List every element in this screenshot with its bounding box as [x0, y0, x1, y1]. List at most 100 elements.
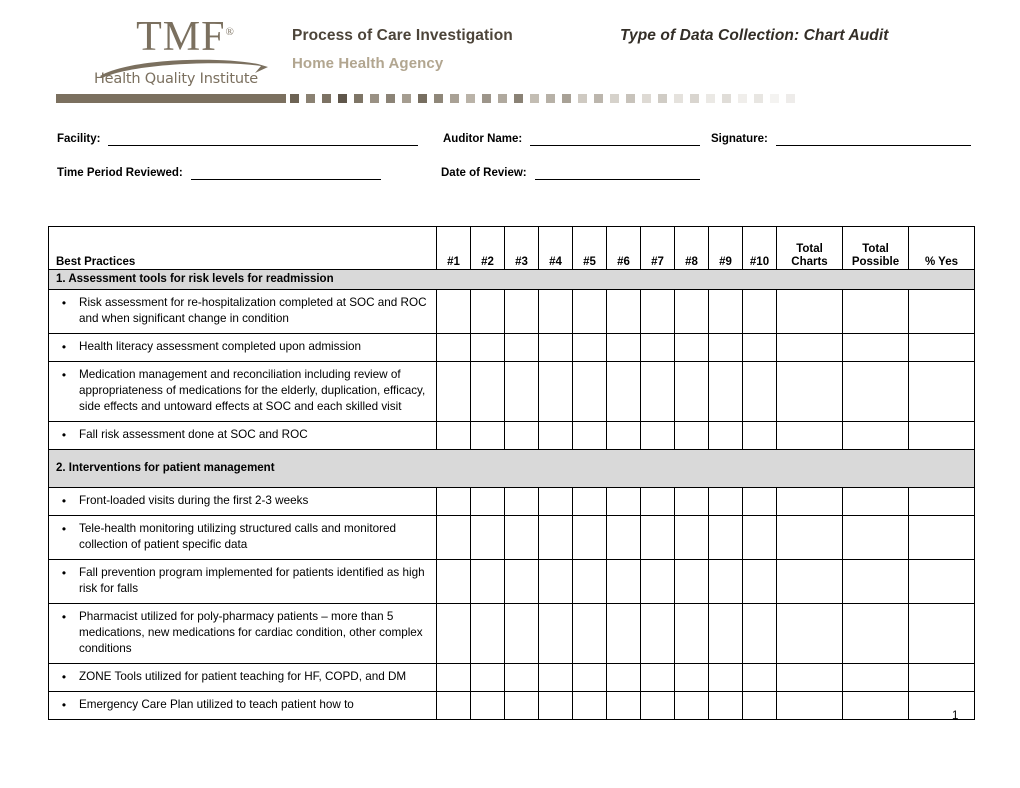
chart-cell-10[interactable]	[742, 663, 777, 692]
chart-cell-8[interactable]	[674, 289, 709, 334]
total-charts-cell[interactable]	[776, 289, 843, 334]
chart-cell-4[interactable]	[538, 361, 573, 422]
chart-cell-5[interactable]	[572, 361, 607, 422]
chart-cell-6[interactable]	[606, 691, 641, 720]
chart-cell-8[interactable]	[674, 515, 709, 560]
chart-cell-5[interactable]	[572, 333, 607, 362]
chart-cell-8[interactable]	[674, 559, 709, 604]
chart-cell-3[interactable]	[504, 663, 539, 692]
chart-cell-8[interactable]	[674, 421, 709, 450]
chart-cell-3[interactable]	[504, 487, 539, 516]
total-possible-cell[interactable]	[842, 289, 909, 334]
chart-cell-8[interactable]	[674, 603, 709, 664]
percent-yes-cell[interactable]	[908, 691, 975, 720]
chart-cell-5[interactable]	[572, 487, 607, 516]
chart-cell-4[interactable]	[538, 487, 573, 516]
total-charts-cell[interactable]	[776, 333, 843, 362]
percent-yes-cell[interactable]	[908, 487, 975, 516]
chart-cell-4[interactable]	[538, 603, 573, 664]
chart-cell-10[interactable]	[742, 361, 777, 422]
chart-cell-10[interactable]	[742, 421, 777, 450]
chart-cell-1[interactable]	[436, 421, 471, 450]
chart-cell-7[interactable]	[640, 421, 675, 450]
total-possible-cell[interactable]	[842, 333, 909, 362]
chart-cell-1[interactable]	[436, 289, 471, 334]
percent-yes-cell[interactable]	[908, 663, 975, 692]
total-possible-cell[interactable]	[842, 603, 909, 664]
chart-cell-3[interactable]	[504, 559, 539, 604]
chart-cell-5[interactable]	[572, 289, 607, 334]
chart-cell-3[interactable]	[504, 289, 539, 334]
chart-cell-10[interactable]	[742, 515, 777, 560]
chart-cell-1[interactable]	[436, 361, 471, 422]
percent-yes-cell[interactable]	[908, 289, 975, 334]
chart-cell-4[interactable]	[538, 421, 573, 450]
chart-cell-1[interactable]	[436, 333, 471, 362]
field-input-line[interactable]	[190, 166, 381, 180]
chart-cell-2[interactable]	[470, 421, 505, 450]
chart-cell-4[interactable]	[538, 559, 573, 604]
chart-cell-5[interactable]	[572, 559, 607, 604]
chart-cell-7[interactable]	[640, 559, 675, 604]
chart-cell-8[interactable]	[674, 663, 709, 692]
chart-cell-8[interactable]	[674, 361, 709, 422]
chart-cell-6[interactable]	[606, 361, 641, 422]
chart-cell-4[interactable]	[538, 289, 573, 334]
chart-cell-3[interactable]	[504, 603, 539, 664]
chart-cell-9[interactable]	[708, 603, 743, 664]
chart-cell-6[interactable]	[606, 603, 641, 664]
chart-cell-2[interactable]	[470, 361, 505, 422]
field-input-line[interactable]	[108, 132, 419, 146]
total-possible-cell[interactable]	[842, 487, 909, 516]
chart-cell-6[interactable]	[606, 559, 641, 604]
total-charts-cell[interactable]	[776, 691, 843, 720]
chart-cell-2[interactable]	[470, 603, 505, 664]
chart-cell-9[interactable]	[708, 289, 743, 334]
chart-cell-6[interactable]	[606, 289, 641, 334]
chart-cell-10[interactable]	[742, 487, 777, 516]
chart-cell-10[interactable]	[742, 559, 777, 604]
chart-cell-1[interactable]	[436, 515, 471, 560]
chart-cell-9[interactable]	[708, 487, 743, 516]
chart-cell-4[interactable]	[538, 333, 573, 362]
chart-cell-1[interactable]	[436, 663, 471, 692]
total-charts-cell[interactable]	[776, 421, 843, 450]
chart-cell-7[interactable]	[640, 663, 675, 692]
chart-cell-3[interactable]	[504, 333, 539, 362]
chart-cell-10[interactable]	[742, 603, 777, 664]
chart-cell-7[interactable]	[640, 333, 675, 362]
chart-cell-8[interactable]	[674, 333, 709, 362]
chart-cell-7[interactable]	[640, 515, 675, 560]
chart-cell-7[interactable]	[640, 289, 675, 334]
chart-cell-2[interactable]	[470, 663, 505, 692]
percent-yes-cell[interactable]	[908, 559, 975, 604]
chart-cell-2[interactable]	[470, 487, 505, 516]
chart-cell-10[interactable]	[742, 333, 777, 362]
chart-cell-10[interactable]	[742, 691, 777, 720]
percent-yes-cell[interactable]	[908, 603, 975, 664]
chart-cell-10[interactable]	[742, 289, 777, 334]
total-possible-cell[interactable]	[842, 559, 909, 604]
chart-cell-2[interactable]	[470, 559, 505, 604]
chart-cell-9[interactable]	[708, 691, 743, 720]
total-possible-cell[interactable]	[842, 515, 909, 560]
field-input-line[interactable]	[530, 132, 701, 146]
chart-cell-1[interactable]	[436, 603, 471, 664]
chart-cell-7[interactable]	[640, 603, 675, 664]
chart-cell-2[interactable]	[470, 691, 505, 720]
chart-cell-1[interactable]	[436, 691, 471, 720]
total-possible-cell[interactable]	[842, 361, 909, 422]
total-charts-cell[interactable]	[776, 603, 843, 664]
chart-cell-6[interactable]	[606, 663, 641, 692]
chart-cell-9[interactable]	[708, 421, 743, 450]
chart-cell-9[interactable]	[708, 559, 743, 604]
chart-cell-5[interactable]	[572, 691, 607, 720]
chart-cell-5[interactable]	[572, 663, 607, 692]
total-possible-cell[interactable]	[842, 663, 909, 692]
percent-yes-cell[interactable]	[908, 421, 975, 450]
chart-cell-6[interactable]	[606, 515, 641, 560]
chart-cell-1[interactable]	[436, 559, 471, 604]
chart-cell-6[interactable]	[606, 333, 641, 362]
total-charts-cell[interactable]	[776, 663, 843, 692]
chart-cell-7[interactable]	[640, 361, 675, 422]
